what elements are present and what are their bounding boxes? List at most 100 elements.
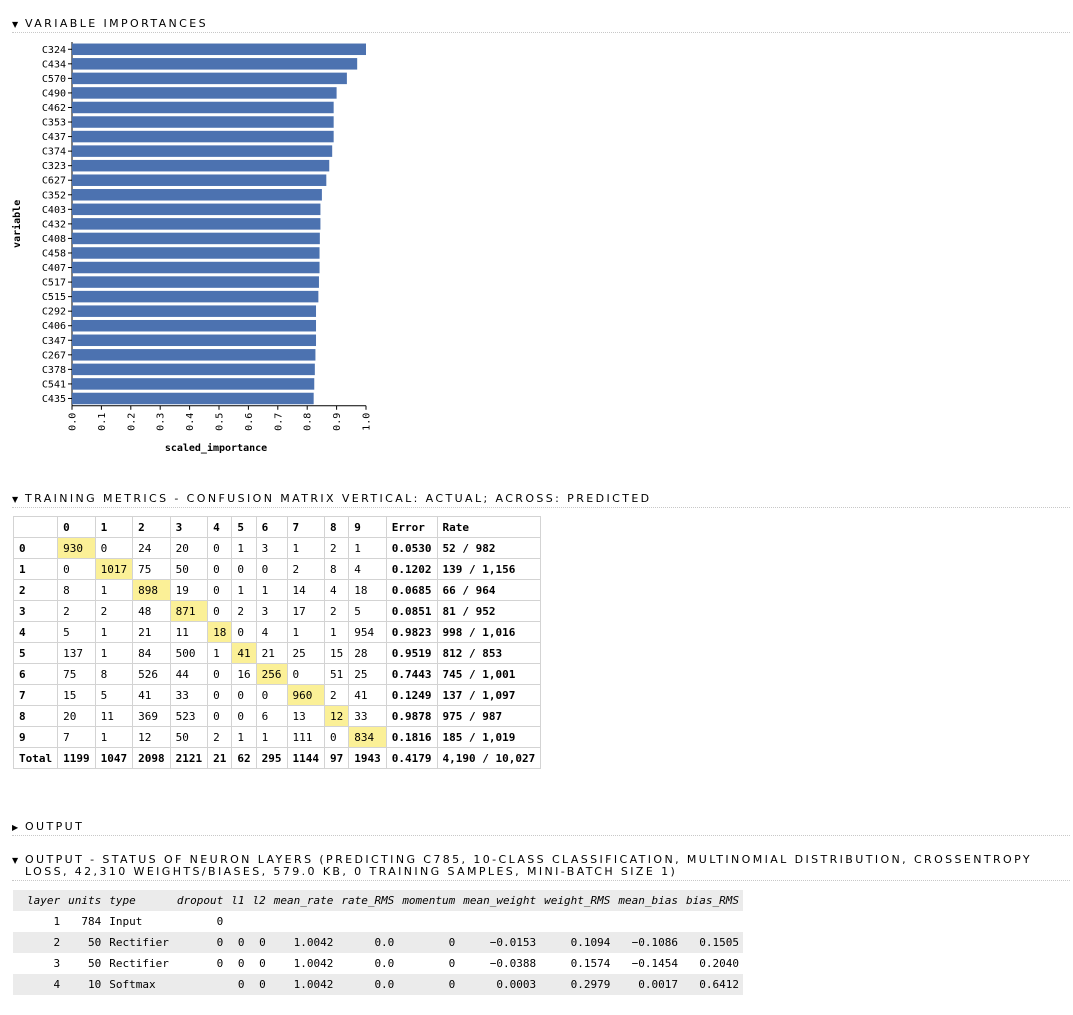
column-header: 9: [348, 516, 387, 538]
matrix-row: 5 137 1 84 500 1 41 21 25 15 28 0.9519 812 / 853: [12, 642, 542, 664]
error-cell: 0.9519: [385, 642, 438, 664]
matrix-cell: 15: [323, 642, 350, 664]
bar: [72, 305, 317, 317]
layer-cell: [614, 911, 682, 932]
y-tick-label: C515: [42, 292, 66, 303]
matrix-cell: 28: [348, 642, 387, 664]
collapse-triangle-icon[interactable]: ▼: [12, 856, 18, 865]
layer-cell: 1.0042: [269, 974, 338, 995]
column-header: mean_weight: [459, 890, 541, 911]
x-tick-label: 0.6: [244, 413, 255, 431]
layer-cell: −0.1454: [631, 957, 678, 970]
section-variable-importances[interactable]: ▼ VARIABLE IMPORTANCES: [12, 18, 1070, 33]
matrix-cell: 5: [348, 600, 387, 622]
matrix-cell: 500: [169, 642, 209, 664]
matrix-cell: 0: [207, 663, 233, 685]
layer-cell: 0.0: [337, 974, 399, 995]
collapse-triangle-icon[interactable]: ▼: [12, 495, 18, 504]
matrix-cell: 2: [207, 726, 233, 748]
matrix-cell: 4: [255, 621, 288, 643]
matrix-cell: 1: [323, 621, 350, 643]
matrix-cell: 84: [132, 642, 171, 664]
y-tick-label: C432: [42, 219, 66, 230]
matrix-cell: 2121: [169, 747, 209, 769]
matrix-cell: 11: [94, 705, 134, 727]
matrix-cell: 13: [286, 705, 325, 727]
error-cell: 0.9878: [385, 705, 438, 727]
bar: [72, 189, 322, 201]
matrix-cell: 1: [94, 726, 134, 748]
matrix-cell: 0: [255, 558, 288, 580]
column-header: [12, 516, 59, 538]
column-header: l2: [248, 890, 270, 911]
bar: [72, 174, 327, 186]
layer-cell: −0.0388: [489, 957, 537, 970]
bar: [72, 276, 319, 288]
layer-cell: Input: [109, 915, 143, 928]
layer-cell: 0.2040: [699, 957, 739, 970]
bar: [72, 392, 314, 405]
column-header: momentum: [398, 890, 460, 911]
matrix-cell: 954: [348, 621, 387, 643]
matrix-cell: 3: [255, 537, 288, 559]
expand-triangle-icon[interactable]: ▶: [12, 823, 18, 832]
layer-cell: 0: [172, 932, 228, 953]
matrix-cell: 97: [323, 747, 350, 769]
section-output[interactable]: ▶ OUTPUT: [12, 821, 1070, 836]
column-header: 3: [169, 516, 209, 538]
column-header: 0: [57, 516, 96, 538]
matrix-cell: 871: [169, 600, 209, 622]
matrix-row: 4 5 1 21 11 18 0 4 1 1 954 0.9823 998 / 1,016: [12, 621, 542, 643]
layer-row: 4 10 Softmax 0 0 1.0042 0.0 0 0.0003 0.2979 0.0017…: [13, 974, 743, 995]
column-header: 5: [231, 516, 257, 538]
matrix-cell: 12: [132, 726, 171, 748]
layer-cell: 0.0: [374, 957, 395, 970]
rate-cell: 139 / 1,156: [436, 558, 542, 580]
layer-cell: [337, 911, 398, 932]
error-cell: 0.1249: [385, 684, 438, 706]
matrix-cell: 2: [323, 684, 350, 706]
matrix-cell: 20: [169, 537, 209, 559]
row-label: 1: [12, 558, 59, 580]
layer-cell: 1.0042: [293, 957, 334, 970]
bar: [72, 261, 320, 274]
matrix-cell: 0: [231, 621, 257, 643]
matrix-cell: 18: [348, 579, 387, 601]
matrix-cell: 2: [94, 600, 134, 622]
layer-cell: 0: [398, 932, 460, 953]
rate-cell: 998 / 1,016: [436, 621, 542, 643]
layer-cell: 0.1094: [540, 932, 615, 953]
matrix-cell: 930: [57, 537, 96, 559]
rate-cell: 66 / 964: [436, 579, 542, 601]
layer-cell: −0.1086: [614, 932, 682, 953]
x-tick-label: 0.7: [273, 413, 284, 431]
error-cell: 0.7443: [385, 663, 438, 685]
x-tick-label: 0.2: [126, 413, 137, 431]
neuron-layers-table: layer units type dropout l1 l2 mean_rate rate_R…: [13, 890, 743, 995]
section-title: OUTPUT - STATUS OF NEURON LAYERS (PREDIC…: [25, 853, 1033, 878]
bar: [72, 319, 317, 332]
bar: [72, 145, 333, 157]
matrix-cell: 25: [348, 663, 387, 685]
layer-cell: 50: [64, 932, 106, 953]
y-tick-label: C627: [42, 176, 66, 187]
y-tick-label: C292: [42, 307, 66, 318]
layer-cell: 0: [227, 974, 249, 995]
layer-cell: 1.0042: [269, 932, 338, 953]
layer-cell: 50: [88, 957, 102, 970]
section-neuron-layers[interactable]: ▼ OUTPUT - STATUS OF NEURON LAYERS (PRED…: [12, 854, 1070, 881]
rate-cell: 4,190 / 10,027: [436, 747, 542, 769]
column-header: Rate: [436, 516, 542, 538]
layer-cell: 0.1505: [682, 932, 743, 953]
matrix-row: 8 20 11 369 523 0 0 6 13 12 33 0.9878 975 / 987: [12, 705, 542, 727]
matrix-cell: 8: [94, 663, 134, 685]
section-title: TRAINING METRICS - CONFUSION MATRIX VERT…: [25, 492, 652, 505]
y-tick-label: C541: [42, 379, 66, 390]
bar: [72, 334, 317, 347]
collapse-triangle-icon[interactable]: ▼: [12, 20, 18, 29]
matrix-cell: 1: [255, 726, 288, 748]
error-cell: 0.0685: [385, 579, 438, 601]
section-training-metrics[interactable]: ▼ TRAINING METRICS - CONFUSION MATRIX VE…: [12, 493, 1070, 508]
matrix-row: 7 15 5 41 33 0 0 0 960 2 41 0.1249 137 / 1,097: [12, 684, 542, 706]
layer-cell: [172, 974, 228, 995]
